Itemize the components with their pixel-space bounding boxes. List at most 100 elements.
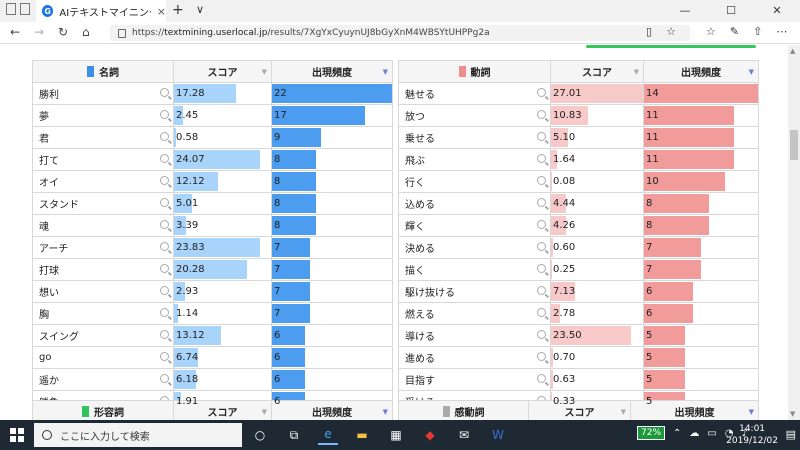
forward-icon[interactable]: → <box>34 25 44 39</box>
frequency-header[interactable]: 出現頻度 ▼ <box>643 60 759 83</box>
notes-pen-icon[interactable]: ✎ <box>730 25 739 38</box>
magnifier-icon[interactable] <box>160 308 169 317</box>
tab-actions-icon[interactable] <box>6 3 30 19</box>
reading-view-icon[interactable]: ▯ <box>646 25 652 38</box>
word-label: 勝利 <box>39 90 59 101</box>
magnifier-icon[interactable] <box>160 264 169 273</box>
frequency-bar <box>644 260 701 279</box>
magnifier-icon[interactable] <box>160 176 169 185</box>
magnifier-icon[interactable] <box>160 242 169 251</box>
minimize-button[interactable]: — <box>662 0 708 22</box>
close-button[interactable]: ✕ <box>754 0 800 22</box>
tab-menu-button[interactable]: ∨ <box>196 3 204 16</box>
frequency-bar <box>644 238 701 257</box>
edge-icon[interactable]: e <box>318 425 338 445</box>
magnifier-icon[interactable] <box>537 88 546 97</box>
vertical-scrollbar[interactable]: ▲ ▼ <box>788 45 800 420</box>
more-menu-icon[interactable]: ⋯ <box>776 25 787 38</box>
tab-title: AIテキストマイニング by ユー <box>59 7 151 19</box>
magnifier-icon[interactable] <box>537 374 546 383</box>
battery-indicator[interactable]: 72% <box>637 426 666 440</box>
magnifier-icon[interactable] <box>537 242 546 251</box>
score-header[interactable]: スコア ▼ <box>528 400 631 420</box>
word-cell: 打て <box>32 148 174 171</box>
magnifier-icon[interactable] <box>537 110 546 119</box>
task-view-icon[interactable]: ⧉ <box>284 425 304 445</box>
magnifier-icon[interactable] <box>537 132 546 141</box>
magnifier-icon[interactable] <box>160 132 169 141</box>
battery-icon[interactable]: ▭ <box>707 428 716 439</box>
frequency-value: 6 <box>274 396 281 407</box>
scroll-down-icon[interactable]: ▼ <box>790 410 795 418</box>
score-cell: 12.12 <box>173 170 272 193</box>
word-label: go <box>39 352 52 363</box>
magnifier-icon[interactable] <box>537 176 546 185</box>
mail-icon[interactable]: ✉ <box>454 425 474 445</box>
notification-icon[interactable]: ▤ <box>786 428 796 441</box>
magnifier-icon[interactable] <box>160 330 169 339</box>
search-icon <box>42 430 52 440</box>
refresh-icon[interactable]: ↻ <box>58 25 68 39</box>
magnifier-icon[interactable] <box>160 154 169 163</box>
home-icon[interactable]: ⌂ <box>82 25 90 39</box>
windows-start-icon[interactable] <box>10 428 24 442</box>
scrollbar-thumb[interactable] <box>790 130 798 160</box>
frequency-cell: 6 <box>271 368 393 391</box>
score-header[interactable]: スコア ▼ <box>550 60 644 83</box>
magnifier-icon[interactable] <box>160 88 169 97</box>
word-cell: スイング <box>32 324 174 347</box>
magnifier-icon[interactable] <box>537 352 546 361</box>
interjection-header: 感動詞 <box>398 400 529 420</box>
score-value: 7.13 <box>553 286 576 297</box>
mcafee-icon[interactable]: ◆ <box>420 425 440 445</box>
store-icon[interactable]: ▦ <box>386 425 406 445</box>
magnifier-icon[interactable] <box>537 154 546 163</box>
magnifier-icon[interactable] <box>537 220 546 229</box>
word-label: 魂 <box>39 222 49 233</box>
magnifier-icon[interactable] <box>160 110 169 119</box>
magnifier-icon[interactable] <box>537 286 546 295</box>
back-icon[interactable]: ← <box>10 25 20 39</box>
favorite-star-icon[interactable]: ☆ <box>666 25 676 38</box>
frequency-cell: 7 <box>643 258 759 281</box>
magnifier-icon[interactable] <box>537 330 546 339</box>
magnifier-icon[interactable] <box>537 308 546 317</box>
show-hidden-icon[interactable]: ⌃ <box>673 428 681 439</box>
score-value: 1.64 <box>553 154 576 165</box>
cloud-icon[interactable]: ☁ <box>689 428 699 439</box>
scroll-up-icon[interactable]: ▲ <box>790 47 795 55</box>
magnifier-icon[interactable] <box>160 198 169 207</box>
frequency-header[interactable]: 出現頻度 ▼ <box>271 400 393 420</box>
score-header[interactable]: スコア ▼ <box>173 60 272 83</box>
frequency-cell: 7 <box>271 280 393 303</box>
score-cell: 1.14 <box>173 302 272 325</box>
frequency-header[interactable]: 出現頻度 ▼ <box>271 60 393 83</box>
maximize-button[interactable]: ☐ <box>708 0 754 22</box>
sort-arrow-icon: ▼ <box>748 408 754 416</box>
tab-close-icon[interactable]: × <box>157 5 166 18</box>
magnifier-icon[interactable] <box>160 286 169 295</box>
favorites-hub-icon[interactable]: ☆ <box>706 25 716 38</box>
score-value: 27.01 <box>553 88 582 99</box>
frequency-value: 7 <box>646 264 653 275</box>
word-cell: 胸 <box>32 302 174 325</box>
address-bar[interactable]: https://textmining.userlocal.jp/results/… <box>110 25 690 41</box>
frequency-cell: 5 <box>643 346 759 369</box>
table-row: 進める 0.70 5 <box>398 346 759 369</box>
file-explorer-icon[interactable]: ▬ <box>352 425 372 445</box>
share-icon[interactable]: ⇧ <box>753 25 762 38</box>
word-icon[interactable]: W <box>488 425 508 445</box>
table-row: 魅せる 27.01 14 <box>398 82 759 105</box>
new-tab-button[interactable]: + <box>172 2 184 18</box>
frequency-cell: 8 <box>643 214 759 237</box>
cortana-icon[interactable]: ○ <box>250 425 270 445</box>
magnifier-icon[interactable] <box>160 220 169 229</box>
magnifier-icon[interactable] <box>160 352 169 361</box>
magnifier-icon[interactable] <box>537 264 546 273</box>
browser-tab[interactable]: G AIテキストマイニング by ユー × <box>36 0 166 22</box>
word-cell: 決める <box>398 236 551 259</box>
magnifier-icon[interactable] <box>537 198 546 207</box>
taskbar-search[interactable]: ここに入力して検索 <box>34 423 242 447</box>
magnifier-icon[interactable] <box>160 374 169 383</box>
clock[interactable]: 14:01 2019/12/02 <box>726 423 778 447</box>
